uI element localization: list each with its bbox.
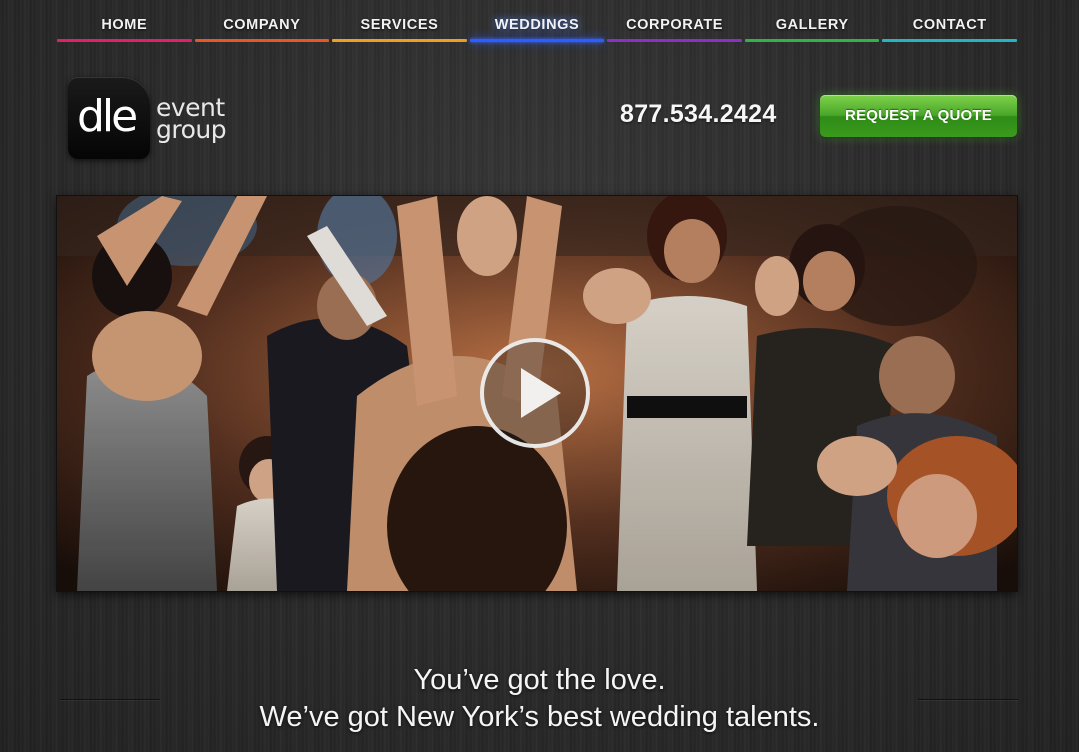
main-nav: HOME COMPANY SERVICES WEDDINGS CORPORATE… — [57, 0, 1018, 44]
logo-mark-text: dle — [77, 91, 138, 142]
site-logo[interactable]: dle event group — [68, 77, 238, 161]
nav-label: SERVICES — [360, 17, 439, 33]
tagline-line-1: You’ve got the love. — [413, 664, 666, 696]
phone-number[interactable]: 877.534.2424 — [620, 100, 777, 129]
nav-underline — [469, 39, 605, 42]
nav-item-corporate[interactable]: CORPORATE — [607, 0, 742, 44]
nav-item-contact[interactable]: CONTACT — [882, 0, 1018, 44]
logo-wordmark: event group — [156, 95, 227, 144]
nav-item-weddings[interactable]: WEDDINGS — [469, 0, 605, 44]
nav-label: CONTACT — [912, 17, 987, 33]
nav-item-home[interactable]: HOME — [57, 0, 192, 44]
nav-underline — [57, 39, 192, 42]
nav-label: GALLERY — [775, 17, 849, 33]
nav-label: HOME — [101, 17, 148, 33]
play-button[interactable] — [480, 338, 590, 448]
nav-item-gallery[interactable]: GALLERY — [744, 0, 880, 44]
nav-item-services[interactable]: SERVICES — [332, 0, 467, 44]
logo-mark: dle — [68, 77, 150, 159]
nav-underline — [882, 39, 1018, 42]
request-quote-button[interactable]: REQUEST A QUOTE — [820, 95, 1017, 137]
hero-video[interactable] — [57, 196, 1017, 591]
page: HOME COMPANY SERVICES WEDDINGS CORPORATE… — [0, 0, 1079, 752]
nav-underline — [332, 39, 467, 42]
logo-word-group: group — [156, 115, 227, 144]
nav-label: WEDDINGS — [494, 17, 580, 33]
nav-label: COMPANY — [223, 17, 301, 33]
nav-label: CORPORATE — [626, 17, 724, 33]
nav-underline — [194, 39, 330, 42]
tagline-line-2: We’ve got New York’s best wedding talent… — [259, 701, 820, 733]
play-icon — [521, 368, 561, 418]
nav-underline — [607, 39, 742, 42]
nav-item-company[interactable]: COMPANY — [194, 0, 330, 44]
nav-underline — [744, 39, 880, 42]
tagline: You’ve got the love. We’ve got New York’… — [0, 662, 1079, 736]
